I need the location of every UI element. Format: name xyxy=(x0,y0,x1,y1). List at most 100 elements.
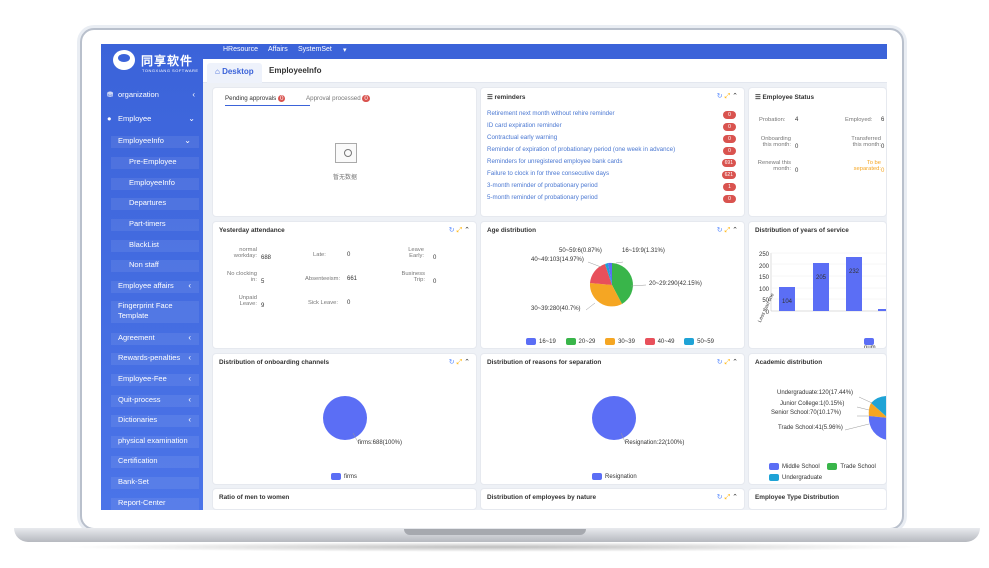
pending-approvals-tab[interactable]: Pending approvals 0 xyxy=(225,95,286,102)
chevron-down-icon: ⌄ xyxy=(184,136,191,145)
gender-ratio-panel: Ratio of men to women xyxy=(212,488,477,510)
reminder-item[interactable]: Retirement next month without rehire rem… xyxy=(487,110,615,117)
top-nav-systemset[interactable]: SystemSet xyxy=(298,46,332,53)
sidebar-item-pre-employee[interactable]: Pre-Employee xyxy=(111,157,199,169)
academic-slice-trade-school xyxy=(868,416,886,440)
sidebar-item-agreement[interactable]: Agreement ‹ xyxy=(111,333,199,345)
no-clocking-value: 5 xyxy=(261,279,265,285)
sidebar-item-certification[interactable]: Certification xyxy=(111,456,199,468)
age-leader-line xyxy=(615,261,624,264)
collapse-icon[interactable]: ⌃ xyxy=(732,93,738,100)
reminders-title: reminders xyxy=(494,94,526,101)
sick-leave-label: Sick Leave: xyxy=(308,300,338,306)
sidebar-item-employee-fee[interactable]: Employee-Fee ‹ xyxy=(111,374,199,386)
reminder-item[interactable]: 3-month reminder of probationary period xyxy=(487,182,598,189)
academic-leader-line xyxy=(856,406,870,411)
sidebar-item-employeeinfo-group[interactable]: EmployeeInfo ⌄ xyxy=(111,136,199,148)
tab-employeeinfo[interactable]: EmployeeInfo xyxy=(269,66,321,75)
panel-actions: ↻ ⤢ ⌃ xyxy=(717,92,738,101)
service-bar-3 xyxy=(846,257,862,311)
refresh-icon[interactable]: ↻ xyxy=(717,494,723,501)
legend-label: Middle School xyxy=(782,464,820,470)
years-of-service-panel: Distribution of years of service 250 200 1… xyxy=(748,221,887,349)
employee-status-title: Employee Status xyxy=(762,94,815,101)
academic-label-junior-college: Junior College:1(0.15%) xyxy=(780,401,845,407)
approvals-panel: Pending approvals 0 Approval processed 0… xyxy=(212,87,477,217)
chevron-left-icon: ‹ xyxy=(188,333,191,342)
reminder-item[interactable]: Contractual early warning xyxy=(487,134,557,141)
brand-subtitle: TONGXIANG SOFTWARE xyxy=(142,68,199,73)
tab-desktop[interactable]: ⌂ Desktop xyxy=(207,63,262,83)
sidebar-item-part-timers[interactable]: Part-timers xyxy=(111,219,199,231)
employed-value: 6 xyxy=(881,117,885,123)
legend-swatch-middle-school xyxy=(769,462,779,470)
legend-swatch-30-39 xyxy=(605,338,616,345)
panel-title: Distribution of employees by nature xyxy=(487,494,597,501)
reminder-item[interactable]: Reminder of expiration of probationary p… xyxy=(487,146,675,153)
sidebar-item-label: Certification xyxy=(118,456,158,465)
legend-label: firms xyxy=(344,474,357,481)
sidebar-item-label: Non staff xyxy=(129,260,159,269)
sidebar-item-blacklist[interactable]: BlackList xyxy=(111,240,199,252)
legend-swatch-16-19 xyxy=(526,338,536,345)
org-icon: ⛃ xyxy=(107,90,114,99)
chevron-left-icon: ‹ xyxy=(188,415,191,424)
chevron-left-icon: ‹ xyxy=(188,281,191,290)
sidebar-item-physical-examination[interactable]: physical examination xyxy=(111,436,199,448)
reminder-item[interactable]: 5-month reminder of probationary period xyxy=(487,194,598,201)
reminder-item[interactable]: ID card expiration reminder xyxy=(487,122,562,129)
panel-actions: ↻ ⤢ ⌃ xyxy=(717,493,738,502)
tab-label: Desktop xyxy=(222,67,254,76)
sidebar-item-fingerprint-face-template[interactable]: Fingerprint Face Template xyxy=(111,301,199,323)
menu-icon: ☰ xyxy=(487,94,495,101)
expand-icon[interactable]: ⤢ xyxy=(725,93,731,100)
laptop-shadow xyxy=(60,542,930,552)
legend-swatch-num xyxy=(864,338,874,345)
transferred-value: 0 xyxy=(881,144,885,150)
reminder-item[interactable]: Failure to clock in for three consecutiv… xyxy=(487,170,609,177)
sidebar-item-organization[interactable]: ⛃ organization ‹ xyxy=(101,90,203,102)
sidebar-item-label: physical examination xyxy=(118,436,188,445)
top-nav-hresource[interactable]: HResource xyxy=(223,46,258,53)
sidebar-item-bank-set[interactable]: Bank-Set xyxy=(111,477,199,489)
academic-leader-line xyxy=(858,396,873,404)
sidebar-item-quit-process[interactable]: Quit-process ‹ xyxy=(111,395,199,407)
service-bar-value: 104 xyxy=(782,299,793,305)
chevron-left-icon: ‹ xyxy=(188,353,191,362)
legend-swatch-firms xyxy=(331,473,341,480)
sidebar-item-departures[interactable]: Departures xyxy=(111,198,199,210)
sidebar-item-rewards-penalties[interactable]: Rewards-penalties ‹ xyxy=(111,353,199,365)
top-nav-affairs[interactable]: Affairs xyxy=(268,46,288,53)
age-label-20-29: 20~29:290(42.15%) xyxy=(649,281,702,287)
y-tick-label: 250 xyxy=(758,252,769,258)
sidebar-item-employeeinfo[interactable]: EmployeeInfo xyxy=(111,178,199,190)
sidebar-item-label: Agreement xyxy=(118,333,155,342)
probation-label: Probation: xyxy=(759,117,786,123)
service-bar-value: 232 xyxy=(849,269,860,275)
sidebar-item-employee[interactable]: ● Employee ⌄ xyxy=(101,114,203,126)
reminder-count: 0 xyxy=(723,147,736,155)
approval-processed-tab[interactable]: Approval processed 0 xyxy=(306,95,370,102)
sidebar-item-label: Departures xyxy=(129,198,167,207)
attendance-panel: Yesterday attendance ↻ ⤢ ⌃ normal workda… xyxy=(212,221,477,349)
empty-data-label: 暂无数据 xyxy=(333,175,358,181)
sidebar-item-report-center[interactable]: Report-Center xyxy=(111,498,199,510)
onboarding-label: Onboarding this month: xyxy=(760,136,791,148)
onboarding-slice-label: firms:688(100%) xyxy=(358,440,403,446)
panel-title: Yesterday attendance xyxy=(219,227,285,234)
empty-data-icon xyxy=(335,143,357,163)
expand-icon[interactable]: ⤢ xyxy=(457,227,463,234)
academic-distribution-panel: Academic distribution Undergraduate:120(… xyxy=(748,353,887,485)
refresh-icon[interactable]: ↻ xyxy=(717,93,723,100)
sidebar-item-label: Rewards-penalties xyxy=(118,353,181,362)
refresh-icon[interactable]: ↻ xyxy=(449,227,455,234)
sidebar-item-dictionaries[interactable]: Dictionaries ‹ xyxy=(111,415,199,427)
expand-icon[interactable]: ⤢ xyxy=(725,494,731,501)
reminder-item[interactable]: Reminders for unregistered employee bank… xyxy=(487,158,623,165)
sidebar-item-non-staff[interactable]: Non staff xyxy=(111,260,199,272)
collapse-icon[interactable]: ⌃ xyxy=(732,494,738,501)
collapse-icon[interactable]: ⌃ xyxy=(464,227,470,234)
sidebar-item-employee-affairs[interactable]: Employee affairs ‹ xyxy=(111,281,199,293)
laptop-notch xyxy=(404,529,586,535)
leave-early-label: Leave Early: xyxy=(408,247,424,259)
